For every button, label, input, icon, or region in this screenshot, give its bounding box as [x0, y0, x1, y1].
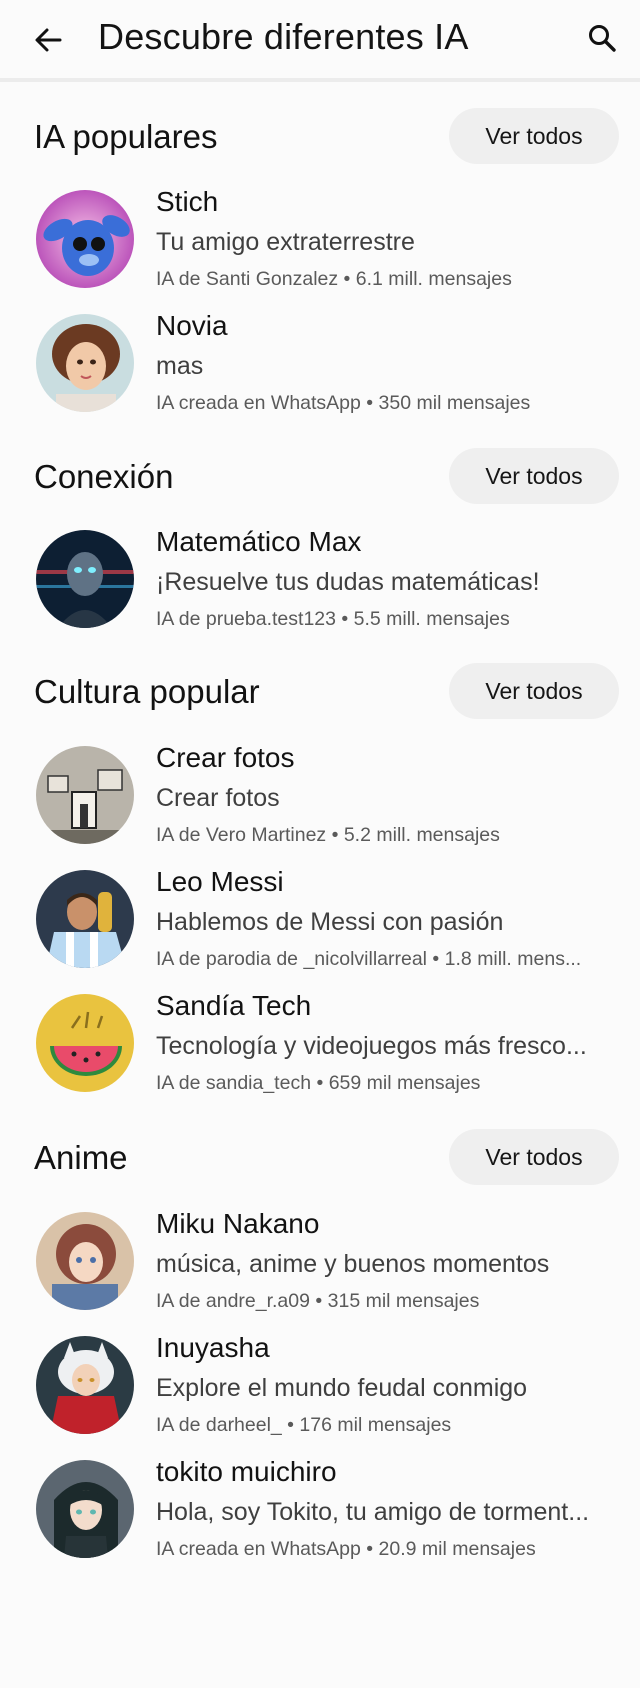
- ai-list-item-matematico-max[interactable]: Matemático Max ¡Resuelve tus dudas matem…: [0, 524, 640, 634]
- avatar: [36, 1336, 134, 1434]
- item-name: Novia: [156, 310, 228, 341]
- item-meta: IA de andre_r.a09 • 315 mil mensajes: [156, 1290, 480, 1312]
- section-title: Anime: [34, 1139, 128, 1176]
- section-title: Conexión: [34, 458, 174, 495]
- section-header-anime: Anime Ver todos: [0, 1129, 640, 1189]
- item-meta: IA creada en WhatsApp • 20.9 mil mensaje…: [156, 1538, 536, 1560]
- page-title: Descubre diferentes IA: [98, 16, 469, 57]
- ai-list-item-crear-fotos[interactable]: Crear fotos Crear fotos IA de Vero Marti…: [0, 740, 640, 850]
- section-title: IA populares: [34, 118, 218, 155]
- see-all-button[interactable]: Ver todos: [449, 448, 619, 504]
- item-name: Crear fotos: [156, 742, 295, 773]
- ai-list-item-tokito-muichiro[interactable]: tokito muichiro Hola, soy Tokito, tu ami…: [0, 1454, 640, 1564]
- ai-list-item-novia[interactable]: Novia mas IA creada en WhatsApp • 350 mi…: [0, 308, 640, 418]
- item-meta: IA de sandia_tech • 659 mil mensajes: [156, 1072, 481, 1094]
- item-meta: IA de darheel_ • 176 mil mensajes: [156, 1414, 452, 1436]
- section-header-conexion: Conexión Ver todos: [0, 448, 640, 508]
- item-name: tokito muichiro: [156, 1456, 337, 1487]
- see-all-button[interactable]: Ver todos: [449, 1129, 619, 1185]
- avatar: [36, 530, 134, 628]
- item-meta: IA de Vero Martinez • 5.2 mill. mensajes: [156, 824, 500, 846]
- item-description: Tu amigo extraterrestre: [156, 228, 415, 256]
- see-all-button[interactable]: Ver todos: [449, 108, 619, 164]
- avatar: [36, 1460, 134, 1558]
- item-meta: IA de prueba.test123 • 5.5 mill. mensaje…: [156, 608, 510, 630]
- section-header-ia-populares: IA populares Ver todos: [0, 108, 640, 168]
- ai-list-item-stich[interactable]: Stich Tu amigo extraterrestre IA de Sant…: [0, 184, 640, 294]
- ai-list-item-miku-nakano[interactable]: Miku Nakano música, anime y buenos momen…: [0, 1206, 640, 1316]
- back-button[interactable]: [30, 22, 66, 58]
- item-description: Tecnología y videojuegos más fresco...: [156, 1032, 587, 1060]
- item-name: Sandía Tech: [156, 990, 312, 1021]
- search-icon: [589, 25, 616, 52]
- avatar: [36, 190, 134, 288]
- item-description: Hola, soy Tokito, tu amigo de torment...: [156, 1498, 590, 1526]
- item-description: mas: [156, 352, 204, 380]
- item-meta: IA de parodia de _nicolvillarreal • 1.8 …: [156, 948, 582, 970]
- item-name: Matemático Max: [156, 526, 362, 557]
- item-name: Miku Nakano: [156, 1208, 320, 1239]
- search-button[interactable]: [582, 18, 622, 58]
- avatar: [36, 870, 134, 968]
- item-name: Inuyasha: [156, 1332, 270, 1363]
- top-app-bar: Descubre diferentes IA: [0, 0, 640, 82]
- item-description: Explore el mundo feudal conmigo: [156, 1374, 528, 1402]
- ai-list-item-inuyasha[interactable]: Inuyasha Explore el mundo feudal conmigo…: [0, 1330, 640, 1440]
- see-all-button[interactable]: Ver todos: [449, 663, 619, 719]
- ai-list-item-leo-messi[interactable]: Leo Messi Hablemos de Messi con pasión I…: [0, 864, 640, 974]
- item-description: ¡Resuelve tus dudas matemáticas!: [156, 568, 540, 596]
- item-name: Leo Messi: [156, 866, 284, 897]
- avatar: [36, 994, 134, 1092]
- ai-list-item-sandia-tech[interactable]: Sandía Tech Tecnología y videojuegos más…: [0, 988, 640, 1098]
- item-meta: IA de Santi Gonzalez • 6.1 mill. mensaje…: [156, 268, 512, 290]
- section-title: Cultura popular: [34, 673, 260, 710]
- avatar: [36, 1212, 134, 1310]
- avatar: [36, 746, 134, 844]
- item-description: música, anime y buenos momentos: [156, 1250, 550, 1278]
- item-description: Hablemos de Messi con pasión: [156, 908, 504, 936]
- item-meta: IA creada en WhatsApp • 350 mil mensajes: [156, 392, 531, 414]
- section-header-cultura-popular: Cultura popular Ver todos: [0, 663, 640, 723]
- item-name: Stich: [156, 186, 219, 217]
- arrow-left-icon: [35, 28, 62, 52]
- item-description: Crear fotos: [156, 784, 280, 812]
- avatar: [36, 314, 134, 412]
